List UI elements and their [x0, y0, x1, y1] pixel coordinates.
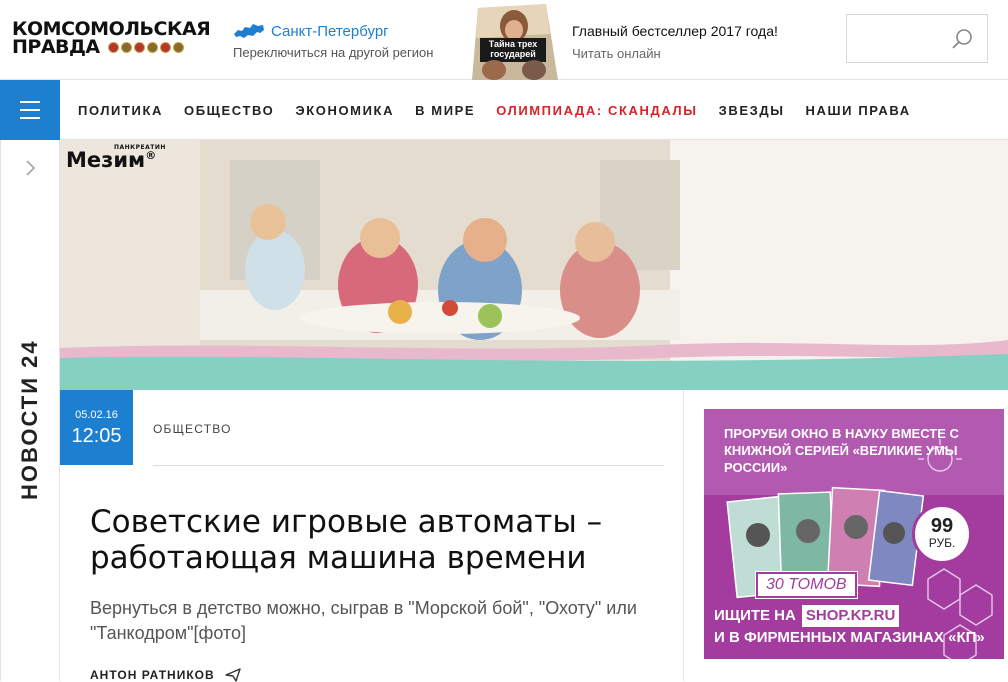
nav-item-rights[interactable]: НАШИ ПРАВА [806, 103, 911, 118]
article-date: 05.02.16 [75, 409, 118, 421]
article-date-box: 05.02.16 12:05 [60, 390, 133, 465]
nav-item-stars[interactable]: ЗВЕЗДЫ [719, 103, 785, 118]
site-logo[interactable]: КОМСОМОЛЬСКАЯ ПРАВДА [12, 20, 212, 60]
ad-banner-mezim[interactable]: ПАНКРЕАТИН Мезим® [60, 140, 1008, 390]
nav-item-economy[interactable]: ЭКОНОМИКА [295, 103, 394, 118]
main-nav: ПОЛИТИКА ОБЩЕСТВО ЭКОНОМИКА В МИРЕ ОЛИМП… [0, 80, 1008, 140]
ad-line1-prefix: ИЩИТЕ НА [714, 607, 796, 624]
site-header: КОМСОМОЛЬСКАЯ ПРАВДА Санкт-Петербург Пер… [0, 0, 1008, 80]
divider [153, 465, 664, 466]
nav-item-politics[interactable]: ПОЛИТИКА [78, 103, 163, 118]
article-headline: Советские игровые автоматы – работающая … [90, 504, 603, 576]
ad-price: 99 [930, 515, 954, 537]
article-rubric[interactable]: ОБЩЕСТВО [153, 422, 232, 436]
ad-great-minds[interactable]: ПРОРУБИ ОКНО В НАУКУ ВМЕСТЕ С КНИЖНОЙ СЕ… [704, 409, 1004, 659]
article: 05.02.16 12:05 ОБЩЕСТВО Советские игровы… [60, 390, 684, 682]
banner-brand: Мезим [66, 148, 146, 172]
logo-line-2: ПРАВДА [12, 36, 100, 58]
nav-item-society[interactable]: ОБЩЕСТВО [184, 103, 274, 118]
banner-brand-small: ПАНКРЕАТИН [114, 144, 166, 151]
promo-title[interactable]: Главный бестселлер 2017 года! [572, 23, 778, 39]
banner-photo [60, 140, 1008, 390]
book-cover-title: Тайна трех государей [488, 39, 538, 59]
news24-rail[interactable]: НОВОСТИ 24 [0, 140, 60, 681]
promo-block[interactable]: Главный бестселлер 2017 года! Читать онл… [572, 23, 778, 61]
menu-icon[interactable] [0, 80, 60, 140]
search-box[interactable] [846, 14, 988, 63]
article-time: 12:05 [71, 425, 122, 447]
region-switch-link[interactable]: Переключиться на другой регион [233, 45, 433, 60]
region-selector[interactable]: Санкт-Петербург Переключиться на другой … [233, 22, 433, 61]
nav-item-world[interactable]: В МИРЕ [415, 103, 475, 118]
ad-headline: ПРОРУБИ ОКНО В НАУКУ ВМЕСТЕ С КНИЖНОЙ СЕ… [724, 426, 959, 475]
chevron-right-icon[interactable] [21, 159, 39, 177]
ad-shop-link[interactable]: SHOP.KP.RU [801, 605, 900, 627]
nav-items: ПОЛИТИКА ОБЩЕСТВО ЭКОНОМИКА В МИРЕ ОЛИМП… [78, 80, 911, 140]
ad-volumes: 30 ТОМОВ [756, 572, 857, 598]
article-lead: Вернуться в детство можно, сыграв в "Мор… [90, 598, 637, 643]
article-author: АНТОН РАТНИКОВ [90, 668, 241, 682]
ad-price-badge: 99 РУБ. [912, 504, 972, 564]
banner-brand-logo: ПАНКРЕАТИН Мезим® [66, 144, 165, 172]
author-name[interactable]: АНТОН РАТНИКОВ [90, 668, 215, 682]
ad-line2: И В ФИРМЕННЫХ МАГАЗИНАХ «КП» [714, 629, 985, 646]
ad-currency: РУБ. [928, 536, 956, 550]
search-icon[interactable] [951, 28, 973, 50]
nav-item-olympics[interactable]: ОЛИМПИАДА: СКАНДАЛЫ [496, 103, 697, 118]
region-name[interactable]: Санкт-Петербург [271, 23, 389, 40]
ad-bottom-text: ИЩИТЕ НА SHOP.KP.RU И В ФИРМЕННЫХ МАГАЗИ… [714, 605, 985, 649]
logo-orders-icon [107, 41, 184, 53]
send-icon[interactable] [224, 668, 241, 682]
promo-read-link[interactable]: Читать онлайн [572, 46, 778, 61]
search-input[interactable] [847, 15, 947, 62]
russia-map-icon [234, 24, 264, 38]
news24-label[interactable]: НОВОСТИ 24 [17, 339, 43, 500]
